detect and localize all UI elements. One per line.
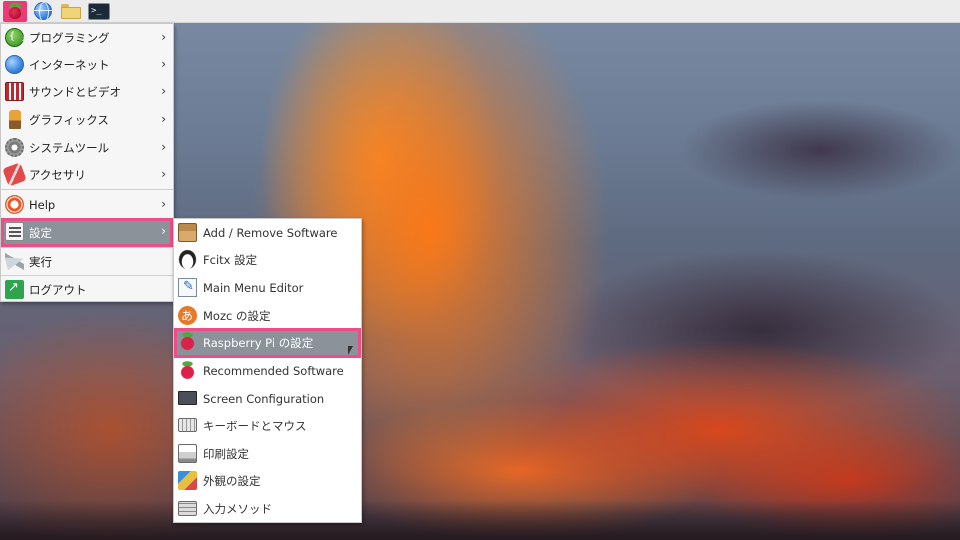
submenu-item-label: Fcitx 設定 bbox=[203, 252, 258, 267]
menu-item-graphics[interactable]: グラフィックス › bbox=[1, 106, 173, 133]
settings-submenu: Add / Remove Software Fcitx 設定 Main Menu… bbox=[173, 218, 362, 523]
submenu-item-label: Main Menu Editor bbox=[203, 280, 304, 295]
submenu-item-label: 入力メソッド bbox=[203, 501, 272, 516]
settings-icon bbox=[5, 222, 24, 241]
monitor-icon bbox=[178, 391, 197, 405]
submenu-item-print-settings[interactable]: 印刷設定 bbox=[174, 440, 361, 467]
chevron-right-icon: › bbox=[161, 140, 166, 154]
package-icon bbox=[178, 223, 197, 242]
menu-item-label: 設定 bbox=[29, 225, 52, 240]
system-gear-icon bbox=[5, 138, 24, 157]
raspberry-icon bbox=[178, 361, 197, 380]
menu-item-internet[interactable]: インターネット › bbox=[1, 51, 173, 78]
menu-editor-icon bbox=[178, 278, 197, 297]
submenu-item-add-remove-software[interactable]: Add / Remove Software bbox=[174, 219, 361, 246]
programming-icon bbox=[5, 28, 27, 47]
accessories-icon bbox=[2, 162, 27, 187]
menu-item-label: インターネット bbox=[29, 57, 110, 72]
submenu-item-main-menu-editor[interactable]: Main Menu Editor bbox=[174, 274, 361, 301]
tux-penguin-icon bbox=[178, 250, 197, 269]
submenu-item-label: Screen Configuration bbox=[203, 391, 325, 406]
main-menu: プログラミング › インターネット › サウンドとビデオ › グラフィックス ›… bbox=[0, 23, 174, 302]
submenu-item-raspberry-pi-config[interactable]: Raspberry Pi の設定 bbox=[174, 328, 361, 358]
submenu-item-label: キーボードとマウス bbox=[203, 418, 307, 433]
keyboard-mouse-icon bbox=[178, 418, 197, 432]
chevron-right-icon: › bbox=[161, 84, 166, 98]
terminal-icon: >_ bbox=[88, 2, 110, 20]
raspberry-icon bbox=[8, 3, 22, 19]
submenu-item-mozc[interactable]: Mozc の設定 bbox=[174, 302, 361, 329]
run-paper-plane-icon bbox=[5, 252, 24, 271]
menu-item-label: システムツール bbox=[29, 140, 110, 155]
menu-item-help[interactable]: Help › bbox=[1, 191, 173, 218]
logout-icon bbox=[5, 280, 24, 299]
mozc-icon bbox=[178, 306, 197, 325]
sound-video-icon bbox=[5, 82, 24, 101]
menu-button[interactable] bbox=[3, 0, 27, 22]
menu-item-label: Help bbox=[29, 197, 56, 212]
folder-icon bbox=[61, 3, 81, 19]
help-lifebuoy-icon bbox=[5, 195, 24, 214]
submenu-item-keyboard-mouse[interactable]: キーボードとマウス bbox=[174, 412, 361, 439]
appearance-icon bbox=[178, 471, 197, 490]
submenu-item-label: 印刷設定 bbox=[203, 446, 249, 461]
chevron-right-icon: › bbox=[161, 57, 166, 71]
graphics-brush-icon bbox=[9, 110, 21, 129]
submenu-item-label: Mozc の設定 bbox=[203, 308, 271, 323]
menu-item-run[interactable]: 実行 bbox=[1, 248, 173, 275]
menu-item-logout[interactable]: ログアウト bbox=[1, 276, 173, 303]
printer-icon bbox=[178, 444, 197, 463]
chevron-right-icon: › bbox=[161, 167, 166, 181]
input-method-keyboard-icon bbox=[178, 501, 197, 516]
terminal-button[interactable]: >_ bbox=[87, 1, 111, 22]
chevron-right-icon: › bbox=[161, 224, 166, 238]
menu-item-sound-video[interactable]: サウンドとビデオ › bbox=[1, 78, 173, 105]
menu-item-system-tools[interactable]: システムツール › bbox=[1, 134, 173, 161]
submenu-item-label: Raspberry Pi の設定 bbox=[203, 336, 314, 350]
chevron-right-icon: › bbox=[161, 30, 166, 44]
submenu-item-input-method[interactable]: 入力メソッド bbox=[174, 495, 361, 522]
menu-item-settings[interactable]: 設定 › bbox=[1, 218, 173, 247]
submenu-item-screen-configuration[interactable]: Screen Configuration bbox=[174, 385, 361, 412]
submenu-item-fcitx[interactable]: Fcitx 設定 bbox=[174, 246, 361, 273]
top-panel: >_ bbox=[0, 0, 960, 23]
menu-item-label: サウンドとビデオ bbox=[29, 84, 121, 99]
menu-item-label: ログアウト bbox=[29, 282, 87, 297]
menu-item-label: グラフィックス bbox=[29, 112, 109, 127]
submenu-item-recommended-software[interactable]: Recommended Software bbox=[174, 357, 361, 384]
internet-globe-icon bbox=[5, 55, 24, 74]
chevron-right-icon: › bbox=[161, 197, 166, 211]
file-manager-button[interactable] bbox=[59, 1, 83, 22]
menu-separator bbox=[1, 189, 173, 190]
submenu-item-label: 外観の設定 bbox=[203, 473, 261, 488]
submenu-item-appearance[interactable]: 外観の設定 bbox=[174, 467, 361, 494]
menu-item-programming[interactable]: プログラミング › bbox=[1, 24, 173, 51]
menu-item-accessories[interactable]: アクセサリ › bbox=[1, 161, 173, 188]
chevron-right-icon: › bbox=[161, 112, 166, 126]
submenu-item-label: Add / Remove Software bbox=[203, 225, 338, 240]
globe-icon bbox=[34, 2, 52, 22]
menu-item-label: 実行 bbox=[29, 254, 52, 269]
menu-item-label: プログラミング bbox=[29, 30, 110, 45]
raspberry-icon bbox=[178, 332, 197, 351]
mouse-cursor-icon bbox=[348, 346, 353, 355]
submenu-item-label: Recommended Software bbox=[203, 363, 344, 378]
menu-item-label: アクセサリ bbox=[29, 167, 86, 182]
browser-button[interactable] bbox=[31, 1, 55, 22]
